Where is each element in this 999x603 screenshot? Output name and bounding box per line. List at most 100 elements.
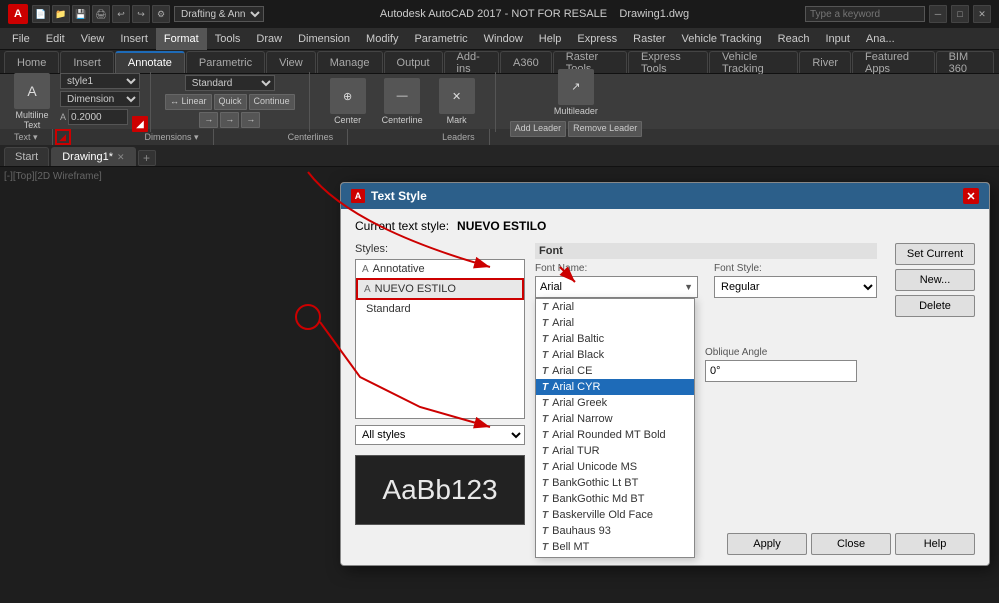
tab-featured-apps[interactable]: Featured Apps	[852, 51, 935, 73]
mark-button[interactable]: ✕ Mark	[433, 76, 481, 127]
tab-view[interactable]: View	[266, 51, 316, 73]
font-item-arial-ce[interactable]: T Arial CE	[536, 363, 694, 379]
save-icon[interactable]: 💾	[72, 5, 90, 23]
menu-raster[interactable]: Raster	[625, 28, 673, 50]
menu-input[interactable]: Input	[817, 28, 857, 50]
font-item-arial[interactable]: T Arial	[536, 315, 694, 331]
style-select[interactable]: style1 Standard	[60, 73, 140, 89]
multileader-button[interactable]: ↗ Multileader	[548, 67, 604, 118]
workspace-select[interactable]: Drafting & Annotation	[174, 6, 264, 22]
styles-list[interactable]: A Annotative A NUEVO ESTILO Standard	[355, 259, 525, 419]
text-expand-box[interactable]: ◢	[55, 129, 71, 145]
style-item-nuevo-estilo[interactable]: A NUEVO ESTILO	[356, 278, 524, 300]
menu-dimension[interactable]: Dimension	[290, 28, 358, 50]
style-item-standard[interactable]: Standard	[356, 300, 524, 318]
menu-express[interactable]: Express	[569, 28, 625, 50]
style-item-annotative[interactable]: A Annotative	[356, 260, 524, 278]
font-item-arial-black[interactable]: T Arial Black	[536, 347, 694, 363]
search-input[interactable]	[805, 6, 925, 22]
menu-view[interactable]: View	[73, 28, 113, 50]
dim-btn-1[interactable]: →	[199, 112, 218, 128]
add-leader-button[interactable]: Add Leader	[510, 121, 567, 137]
continue-button[interactable]: Continue	[249, 94, 295, 110]
close-icon[interactable]: ✕	[973, 5, 991, 23]
height-row: A	[60, 109, 140, 125]
close-button[interactable]: Close	[811, 533, 891, 555]
new-icon[interactable]: 📄	[32, 5, 50, 23]
dim-btn-3[interactable]: →	[241, 112, 260, 128]
menu-reach[interactable]: Reach	[770, 28, 818, 50]
centerlines-panel-label[interactable]: Centerlines	[274, 129, 349, 145]
font-item-arial-top[interactable]: T Arial	[536, 299, 694, 315]
font-item-arial-narrow[interactable]: T Arial Narrow	[536, 411, 694, 427]
open-icon[interactable]: 📁	[52, 5, 70, 23]
menu-help[interactable]: Help	[531, 28, 570, 50]
font-item-bell[interactable]: T Bell MT	[536, 539, 694, 555]
font-item-bankgothic-md[interactable]: T BankGothic Md BT	[536, 491, 694, 507]
multiline-text-button[interactable]: A MultilineText	[8, 71, 56, 132]
redo-icon[interactable]: ↪	[132, 5, 150, 23]
font-item-baskerville[interactable]: T Baskerville Old Face	[536, 507, 694, 523]
menu-draw[interactable]: Draw	[248, 28, 290, 50]
menu-insert[interactable]: Insert	[112, 28, 156, 50]
height-input[interactable]	[68, 109, 128, 125]
font-name-select[interactable]: Arial ▼	[535, 276, 698, 298]
font-item-berlin-sans[interactable]: T Berlin Sans FB	[536, 555, 694, 558]
undo-icon[interactable]: ↩	[112, 5, 130, 23]
text-expand-button[interactable]: ◢	[132, 116, 148, 132]
quick-button[interactable]: Quick	[214, 94, 247, 110]
dim-btn-2[interactable]: →	[220, 112, 239, 128]
print-icon[interactable]: 🖨	[92, 5, 110, 23]
remove-leader-button[interactable]: Remove Leader	[568, 121, 642, 137]
font-item-bauhaus[interactable]: T Bauhaus 93	[536, 523, 694, 539]
menu-format[interactable]: Format	[156, 28, 207, 50]
menu-modify[interactable]: Modify	[358, 28, 406, 50]
menu-file[interactable]: File	[4, 28, 38, 50]
font-item-arial-cyr[interactable]: T Arial CYR	[536, 379, 694, 395]
font-item-arial-rounded[interactable]: T Arial Rounded MT Bold	[536, 427, 694, 443]
font-item-arial-baltic[interactable]: T Arial Baltic	[536, 331, 694, 347]
apply-button[interactable]: Apply	[727, 533, 807, 555]
centerline-button[interactable]: — Centerline	[376, 76, 429, 127]
tab-output[interactable]: Output	[384, 51, 443, 73]
set-current-button[interactable]: Set Current	[895, 243, 975, 265]
minimize-icon[interactable]: ─	[929, 5, 947, 23]
font-item-arial-greek[interactable]: T Arial Greek	[536, 395, 694, 411]
tab-vehicle-tracking[interactable]: Vehicle Tracking	[709, 51, 798, 73]
tab-start[interactable]: Start	[4, 147, 49, 166]
settings-icon[interactable]: ⚙	[152, 5, 170, 23]
tab-drawing1[interactable]: Drawing1* ✕	[51, 147, 135, 166]
tab-river[interactable]: River	[799, 51, 851, 73]
oblique-angle-input[interactable]	[705, 360, 857, 382]
all-styles-select[interactable]: All styles	[355, 425, 525, 445]
add-tab-button[interactable]: +	[138, 150, 156, 166]
font-style-select[interactable]: Regular Bold Italic Bold Italic	[714, 276, 877, 298]
menu-window[interactable]: Window	[476, 28, 531, 50]
tab-bim360[interactable]: BIM 360	[936, 51, 994, 73]
font-item-arial-tur[interactable]: T Arial TUR	[536, 443, 694, 459]
dim-style-select[interactable]: Standard	[185, 75, 275, 91]
tab-manage[interactable]: Manage	[317, 51, 383, 73]
leaders-panel-label[interactable]: Leaders	[428, 129, 490, 145]
linear-button[interactable]: ↔ Linear	[165, 94, 212, 110]
tab-addins[interactable]: Add-ins	[444, 51, 500, 73]
maximize-icon[interactable]: □	[951, 5, 969, 23]
font-item-arial-unicode[interactable]: T Arial Unicode MS	[536, 459, 694, 475]
menu-parametric[interactable]: Parametric	[406, 28, 475, 50]
help-button[interactable]: Help	[895, 533, 975, 555]
dimension-select[interactable]: Dimension	[60, 91, 140, 107]
tab-parametric[interactable]: Parametric	[186, 51, 265, 73]
mark-label: Mark	[447, 115, 467, 125]
font-item-bankgothic-lt[interactable]: T BankGothic Lt BT	[536, 475, 694, 491]
new-button[interactable]: New...	[895, 269, 975, 291]
delete-button[interactable]: Delete	[895, 295, 975, 317]
center-button[interactable]: ⊕ Center	[324, 76, 372, 127]
font-style-label: Font Style:	[714, 263, 877, 274]
tab-drawing1-close[interactable]: ✕	[117, 152, 125, 163]
centerline-label: Centerline	[382, 115, 423, 125]
menu-vehicle-tracking[interactable]: Vehicle Tracking	[674, 28, 770, 50]
menu-tools[interactable]: Tools	[207, 28, 249, 50]
dialog-close-button[interactable]: ✕	[963, 188, 979, 204]
menu-edit[interactable]: Edit	[38, 28, 73, 50]
menu-ana[interactable]: Ana...	[858, 28, 903, 50]
